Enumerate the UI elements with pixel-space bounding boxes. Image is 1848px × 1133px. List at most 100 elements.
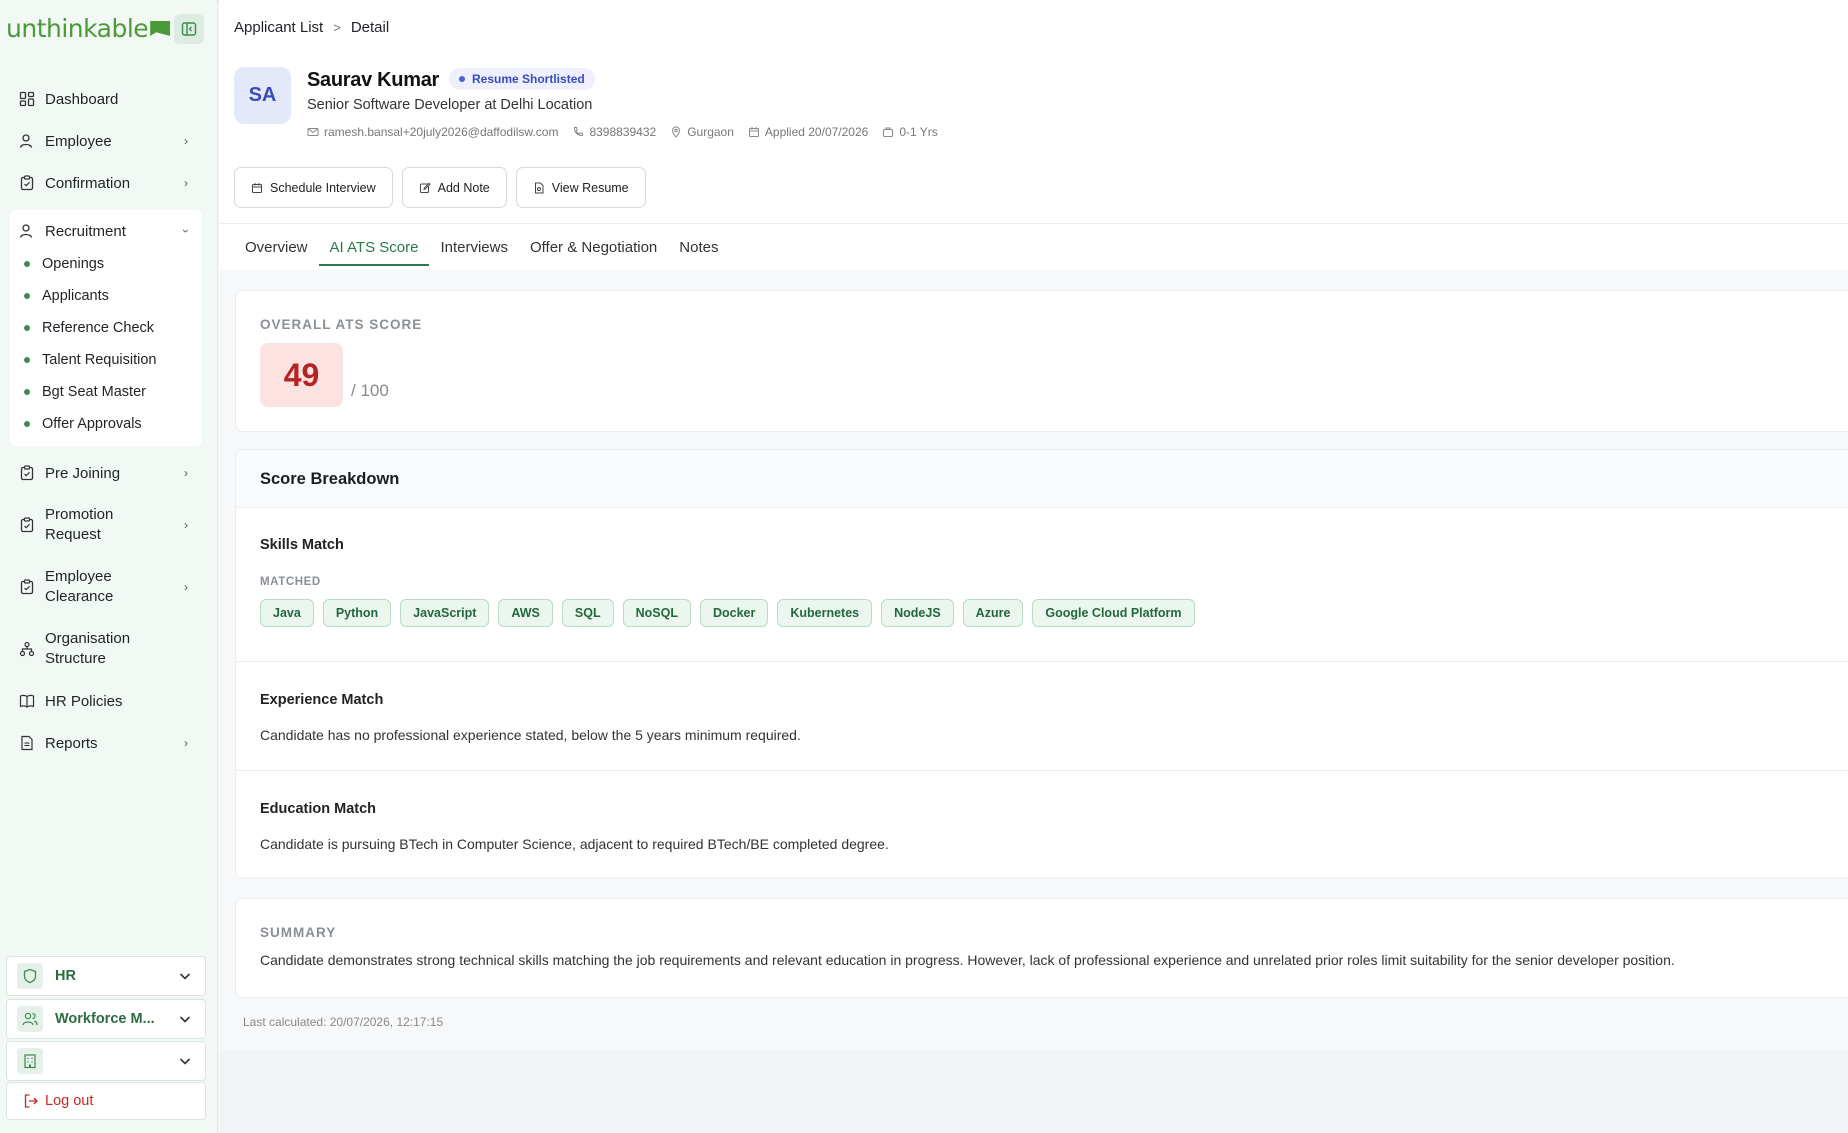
skill-chip: AWS [498, 599, 553, 627]
matched-skills-list: Java Python JavaScript AWS SQL NoSQL Doc… [260, 599, 1195, 627]
sidebar: unthinkable Dashboard Employee › Confirm… [0, 0, 218, 1133]
skill-chip: NodeJS [881, 599, 954, 627]
skill-chip: SQL [561, 599, 614, 627]
sidebar-subitem-bgt-seat-master[interactable]: Bgt Seat Master [10, 376, 202, 408]
sidebar-item-label: Pre Joining [45, 464, 121, 482]
logo-flag-icon [150, 21, 171, 36]
breadcrumb: Applicant List > Detail [234, 19, 389, 36]
overall-ats-card: OVERALL ATS SCORE 49 / 100 [235, 290, 1848, 432]
subitem-label: Reference Check [42, 320, 155, 336]
sidebar-subitem-openings[interactable]: Openings [10, 248, 202, 280]
sidebar-item-reports[interactable]: Reports › [10, 722, 202, 764]
education-match-text: Candidate is pursuing BTech in Computer … [260, 836, 889, 852]
meta-email: ramesh.bansal+20july2026@daffodilsw.com [307, 125, 558, 139]
meta-experience: 0-1 Yrs [882, 125, 938, 139]
sidebar-item-recruitment[interactable]: Recruitment › [10, 214, 202, 248]
tab-overview[interactable]: Overview [234, 239, 319, 266]
ats-score-max: / 100 [351, 381, 389, 400]
sidebar-item-promotion-request[interactable]: Promotion Request › [10, 494, 202, 556]
brand-logo[interactable]: unthinkable [6, 14, 171, 43]
organisation-select[interactable] [6, 1041, 206, 1081]
dashboard-icon [18, 90, 36, 108]
tab-offer-negotiation[interactable]: Offer & Negotiation [519, 239, 668, 266]
briefcase-icon [883, 127, 894, 137]
logout-icon [23, 1093, 39, 1109]
edit-icon [419, 182, 431, 193]
skill-chip: Java [260, 599, 314, 627]
summary-card: SUMMARY Candidate demonstrates strong te… [235, 898, 1848, 998]
tab-interviews[interactable]: Interviews [429, 239, 519, 266]
score-breakdown-card: Score Breakdown Skills Match MATCHED Jav… [235, 449, 1848, 879]
sidebar-nav: Dashboard Employee › Confirmation › Recr… [10, 78, 202, 764]
bullet-dot [24, 357, 30, 363]
skill-chip: JavaScript [400, 599, 490, 627]
chevron-down-icon [177, 1011, 193, 1032]
chevron-right-icon: › [184, 466, 188, 480]
phone-value: 8398839432 [589, 125, 657, 139]
report-icon [18, 734, 36, 752]
sidebar-item-dashboard[interactable]: Dashboard [10, 78, 202, 120]
workforce-module-select[interactable]: Workforce M... [6, 999, 206, 1039]
experience-match-text: Candidate has no professional experience… [260, 727, 801, 743]
clipboard-icon [18, 578, 36, 596]
sidebar-item-hr-policies[interactable]: HR Policies [10, 680, 202, 722]
sidebar-item-label: Confirmation [45, 174, 131, 192]
sidebar-item-organisation-structure[interactable]: Organisation Structure [10, 618, 202, 680]
bullet-dot [24, 261, 30, 267]
experience-value: 0-1 Yrs [899, 125, 938, 139]
sidebar-subitem-applicants[interactable]: Applicants [10, 280, 202, 312]
last-calculated-timestamp: Last calculated: 20/07/2026, 12:17:15 [243, 1015, 444, 1029]
sidebar-item-label: Employee [45, 132, 112, 150]
avatar: SA [234, 67, 291, 124]
meta-applied: Applied 20/07/2026 [748, 125, 868, 139]
location-value: Gurgaon [687, 125, 734, 139]
applicant-role: Senior Software Developer at Delhi Locat… [307, 97, 593, 113]
tab-ai-ats-score[interactable]: AI ATS Score [318, 239, 430, 266]
sidebar-collapse-button[interactable] [174, 14, 204, 44]
logout-button[interactable]: Log out [6, 1082, 206, 1120]
sidebar-item-employee-clearance[interactable]: Employee Clearance › [10, 556, 202, 618]
breadcrumb-parent-link[interactable]: Applicant List [234, 19, 323, 36]
chevron-right-icon: › [184, 736, 188, 750]
sidebar-item-confirmation[interactable]: Confirmation › [10, 162, 202, 204]
button-label: View Resume [551, 180, 629, 195]
ats-label: OVERALL ATS SCORE [260, 317, 423, 332]
button-label: Schedule Interview [270, 180, 376, 195]
skill-chip: Python [322, 599, 392, 627]
add-note-button[interactable]: Add Note [401, 167, 507, 208]
sidebar-subitem-reference-check[interactable]: Reference Check [10, 312, 202, 344]
sidebar-item-pre-joining[interactable]: Pre Joining › [10, 452, 202, 494]
tab-notes[interactable]: Notes [668, 239, 729, 266]
logout-label: Log out [45, 1093, 94, 1109]
schedule-interview-button[interactable]: Schedule Interview [234, 167, 393, 208]
user-icon [18, 132, 36, 150]
main-content: Applicant List > Detail SA Saurav Kumar … [219, 0, 1848, 1133]
bullet-dot [24, 293, 30, 299]
button-label: Add Note [437, 180, 490, 195]
sidebar-subitem-talent-requisition[interactable]: Talent Requisition [10, 344, 202, 376]
ats-score-value: 49 [260, 343, 343, 407]
sidebar-subitem-offer-approvals[interactable]: Offer Approvals [10, 408, 202, 440]
status-label: Resume Shortlisted [472, 72, 585, 86]
applicant-name: Saurav Kumar [307, 69, 440, 91]
matched-label: MATCHED [260, 576, 321, 588]
tab-bar: Overview AI ATS Score Interviews Offer &… [234, 239, 729, 266]
hr-module-select[interactable]: HR [6, 956, 206, 996]
calendar-icon [748, 127, 759, 137]
users-icon [17, 1006, 43, 1032]
chevron-down-icon: › [179, 229, 193, 233]
sidebar-item-employee[interactable]: Employee › [10, 120, 202, 162]
skills-match-title: Skills Match [260, 537, 344, 553]
skill-chip: Docker [699, 599, 769, 627]
org-chart-icon [18, 640, 36, 658]
chevron-down-icon [177, 1053, 193, 1074]
status-dot [459, 76, 465, 82]
bullet-dot [24, 389, 30, 395]
chevron-right-icon: > [333, 20, 341, 35]
subitem-label: Talent Requisition [42, 352, 157, 368]
chevron-right-icon: › [184, 580, 188, 594]
applicant-meta: ramesh.bansal+20july2026@daffodilsw.com … [307, 125, 938, 139]
workforce-module-label: Workforce M... [55, 1011, 155, 1027]
view-resume-button[interactable]: View Resume [515, 167, 646, 208]
sidebar-item-label: Dashboard [45, 90, 119, 108]
